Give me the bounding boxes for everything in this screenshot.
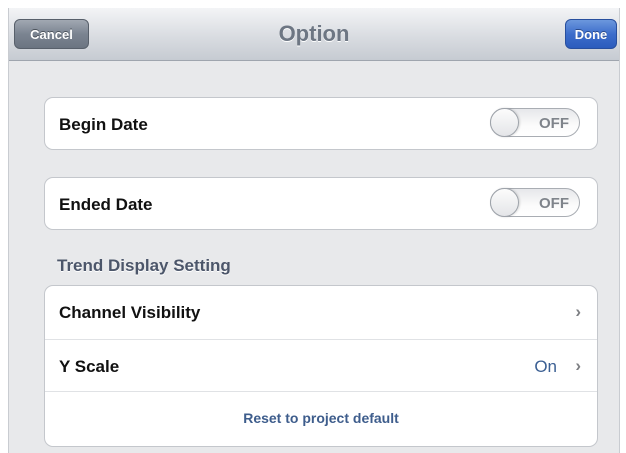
begin-date-group: Begin Date OFF	[44, 97, 598, 150]
toggle-state-text: OFF	[539, 115, 569, 132]
begin-date-toggle[interactable]: OFF	[490, 108, 580, 137]
toggle-knob	[490, 188, 519, 217]
toggle-state-text: OFF	[539, 195, 569, 212]
toggle-knob	[490, 108, 519, 137]
trend-settings-group: Channel Visibility › Y Scale On › Reset …	[44, 285, 598, 447]
ended-date-label: Ended Date	[59, 195, 153, 214]
y-scale-row[interactable]: Y Scale On ›	[45, 339, 597, 391]
ended-date-toggle[interactable]: OFF	[490, 188, 580, 217]
begin-date-row: Begin Date OFF	[45, 98, 597, 149]
chevron-right-icon: ›	[575, 302, 581, 321]
section-header-trend-display: Trend Display Setting	[57, 256, 231, 275]
navigation-bar: Cancel Option Done	[9, 8, 619, 61]
ended-date-group: Ended Date OFF	[44, 177, 598, 230]
channel-visibility-row[interactable]: Channel Visibility ›	[45, 286, 597, 339]
begin-date-label: Begin Date	[59, 115, 148, 134]
y-scale-label: Y Scale	[59, 357, 120, 376]
reset-to-default-button[interactable]: Reset to project default	[45, 410, 597, 426]
y-scale-value: On	[534, 357, 557, 376]
ended-date-row: Ended Date OFF	[45, 178, 597, 229]
page-title: Option	[278, 21, 350, 46]
reset-row: Reset to project default	[45, 391, 597, 446]
option-screen: Cancel Option Done Begin Date OFF Ended …	[8, 8, 620, 453]
chevron-right-icon: ›	[575, 356, 581, 375]
channel-visibility-label: Channel Visibility	[59, 303, 201, 322]
done-button[interactable]: Done	[565, 19, 617, 49]
